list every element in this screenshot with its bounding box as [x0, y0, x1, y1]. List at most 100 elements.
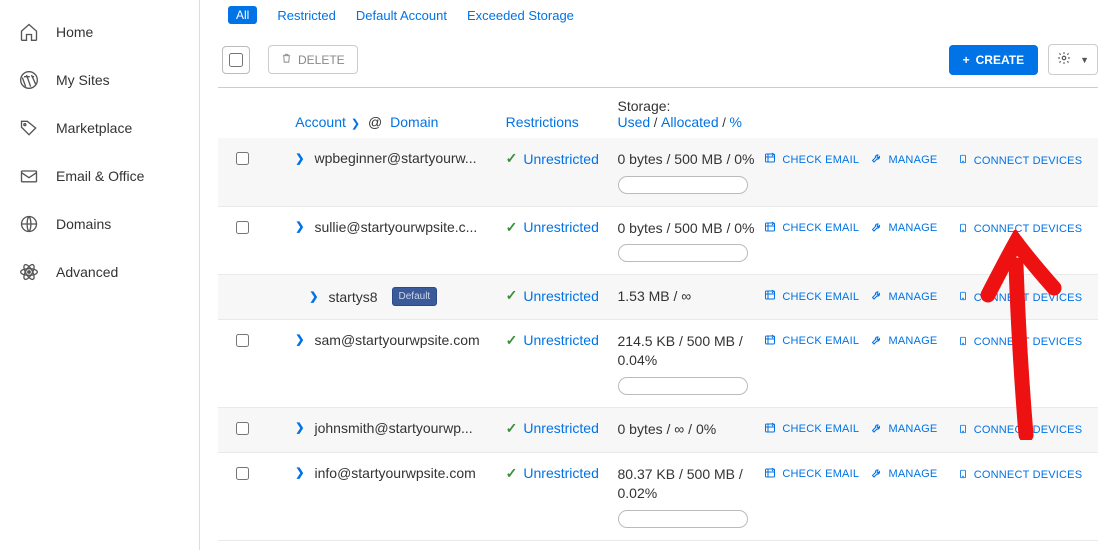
globe-icon	[18, 213, 40, 235]
sidebar-item-email[interactable]: Email & Office	[0, 152, 199, 200]
restriction-cell[interactable]: ✓Unrestricted	[506, 219, 618, 236]
table-row: ❯johnsmith@startyourwp...✓Unrestricted0 …	[218, 408, 1098, 453]
sidebar-item-label: Marketplace	[56, 120, 132, 136]
column-pct[interactable]: %	[729, 114, 741, 130]
chevron-right-icon: ❯	[295, 466, 304, 479]
select-all-checkbox[interactable]	[222, 46, 250, 74]
check-icon: ✓	[506, 219, 518, 236]
sidebar-item-advanced[interactable]: Advanced	[0, 248, 199, 296]
device-icon	[958, 422, 968, 439]
row-checkbox[interactable]	[236, 221, 249, 234]
check-email-button[interactable]: CHECK EMAIL	[764, 332, 870, 349]
account-email: sam@startyourwpsite.com	[315, 332, 480, 348]
account-email: johnsmith@startyourwp...	[315, 420, 473, 436]
account-cell[interactable]: ❯startys8Default	[295, 287, 505, 306]
toolbar: DELETE + CREATE ▼	[218, 38, 1098, 88]
sidebar-item-label: Advanced	[56, 264, 118, 280]
table-header: Account ❯ @ Domain Restrictions Storage:…	[218, 88, 1098, 138]
manage-button[interactable]: MANAGE	[871, 332, 958, 349]
manage-button[interactable]: MANAGE	[871, 219, 958, 236]
check-email-button[interactable]: CHECK EMAIL	[764, 219, 870, 236]
sort-caret-icon: ❯	[348, 118, 360, 130]
storage-cell: 0 bytes / 500 MB / 0%	[618, 219, 765, 239]
trash-icon	[281, 52, 292, 67]
account-cell[interactable]: ❯ info@startyourwpsite.com	[295, 465, 505, 481]
restriction-cell[interactable]: ✓Unrestricted	[506, 150, 618, 167]
account-email: info@startyourwpsite.com	[315, 465, 476, 481]
table-row: ❯sullie@startyourwpsite.c...✓Unrestricte…	[218, 207, 1098, 276]
storage-meter	[618, 510, 748, 528]
create-button[interactable]: + CREATE	[949, 45, 1038, 75]
column-used[interactable]: Used	[618, 114, 651, 130]
chevron-right-icon: ❯	[309, 290, 318, 303]
account-email: wpbeginner@startyourw...	[315, 150, 477, 166]
filter-exceeded[interactable]: Exceeded Storage	[467, 8, 574, 23]
restriction-cell[interactable]: ✓Unrestricted	[506, 420, 618, 437]
storage-meter	[618, 176, 748, 194]
manage-button[interactable]: MANAGE	[871, 465, 958, 482]
sidebar-item-label: Home	[56, 24, 93, 40]
storage-cell: 1.53 MB / ∞	[618, 287, 765, 307]
row-checkbox[interactable]	[236, 152, 249, 165]
restriction-cell[interactable]: ✓Unrestricted	[506, 287, 618, 304]
connect-devices-button[interactable]: CONNECT DEVICES	[958, 465, 1098, 484]
check-email-button[interactable]: CHECK EMAIL	[764, 465, 870, 482]
mail-icon	[18, 165, 40, 187]
main-content: All Restricted Default Account Exceeded …	[200, 0, 1116, 550]
manage-button[interactable]: MANAGE	[871, 287, 958, 304]
column-allocated[interactable]: Allocated	[661, 114, 719, 130]
delete-button[interactable]: DELETE	[268, 45, 358, 74]
sidebar-item-home[interactable]: Home	[0, 8, 199, 56]
storage-meter	[618, 244, 748, 262]
wrench-icon	[871, 467, 883, 482]
sidebar-item-domains[interactable]: Domains	[0, 200, 199, 248]
table-body: ❯wpbeginner@startyourw...✓Unrestricted0 …	[218, 138, 1098, 541]
manage-button[interactable]: MANAGE	[871, 150, 958, 167]
sidebar-item-mysites[interactable]: My Sites	[0, 56, 199, 104]
account-cell[interactable]: ❯ sam@startyourwpsite.com	[295, 332, 505, 348]
connect-devices-button[interactable]: CONNECT DEVICES	[958, 420, 1098, 439]
row-checkbox[interactable]	[236, 422, 249, 435]
table-row: ❯sam@startyourwpsite.com✓Unrestricted214…	[218, 320, 1098, 408]
storage-meter	[618, 377, 748, 395]
table-row: ❯wpbeginner@startyourw...✓Unrestricted0 …	[218, 138, 1098, 207]
account-cell[interactable]: ❯sullie@startyourwpsite.c...	[295, 219, 505, 235]
column-restrictions[interactable]: Restrictions	[506, 114, 618, 130]
default-badge: Default	[392, 287, 438, 306]
chevron-right-icon: ❯	[295, 333, 304, 346]
restriction-cell[interactable]: ✓Unrestricted	[506, 465, 618, 482]
column-account[interactable]: Account ❯ @ Domain	[267, 114, 505, 130]
device-icon	[958, 334, 968, 351]
connect-devices-button[interactable]: CONNECT DEVICES	[958, 287, 1098, 306]
column-storage: Storage: Used / Allocated / %	[618, 98, 765, 130]
filter-default-account[interactable]: Default Account	[356, 8, 447, 23]
account-cell[interactable]: ❯wpbeginner@startyourw...	[295, 150, 505, 166]
sidebar-item-marketplace[interactable]: Marketplace	[0, 104, 199, 152]
manage-button[interactable]: MANAGE	[871, 420, 958, 437]
check-email-button[interactable]: CHECK EMAIL	[764, 420, 870, 437]
check-icon: ✓	[506, 332, 518, 349]
filter-all[interactable]: All	[228, 6, 257, 24]
device-icon	[958, 289, 968, 306]
check-icon: ✓	[506, 287, 518, 304]
connect-devices-button[interactable]: CONNECT DEVICES	[958, 219, 1098, 238]
row-checkbox[interactable]	[236, 334, 249, 347]
sidebar-item-label: My Sites	[56, 72, 110, 88]
account-email: sullie@startyourwpsite.c...	[315, 219, 478, 235]
check-email-button[interactable]: CHECK EMAIL	[764, 287, 870, 304]
check-icon: ✓	[506, 420, 518, 437]
wrench-icon	[871, 152, 883, 167]
settings-button[interactable]: ▼	[1048, 44, 1098, 75]
account-cell[interactable]: ❯ johnsmith@startyourwp...	[295, 420, 505, 436]
restriction-cell[interactable]: ✓Unrestricted	[506, 332, 618, 349]
chevron-right-icon: ❯	[295, 421, 304, 434]
filter-bar: All Restricted Default Account Exceeded …	[218, 0, 1098, 38]
row-checkbox[interactable]	[236, 467, 249, 480]
connect-devices-button[interactable]: CONNECT DEVICES	[958, 150, 1098, 169]
connect-devices-button[interactable]: CONNECT DEVICES	[958, 332, 1098, 351]
table-row: ❯startys8Default✓Unrestricted1.53 MB / ∞…	[218, 275, 1098, 320]
check-email-button[interactable]: CHECK EMAIL	[764, 150, 870, 167]
storage-cell: 0 bytes / 500 MB / 0%	[618, 150, 765, 170]
chevron-down-icon: ▼	[1080, 55, 1089, 65]
filter-restricted[interactable]: Restricted	[277, 8, 336, 23]
